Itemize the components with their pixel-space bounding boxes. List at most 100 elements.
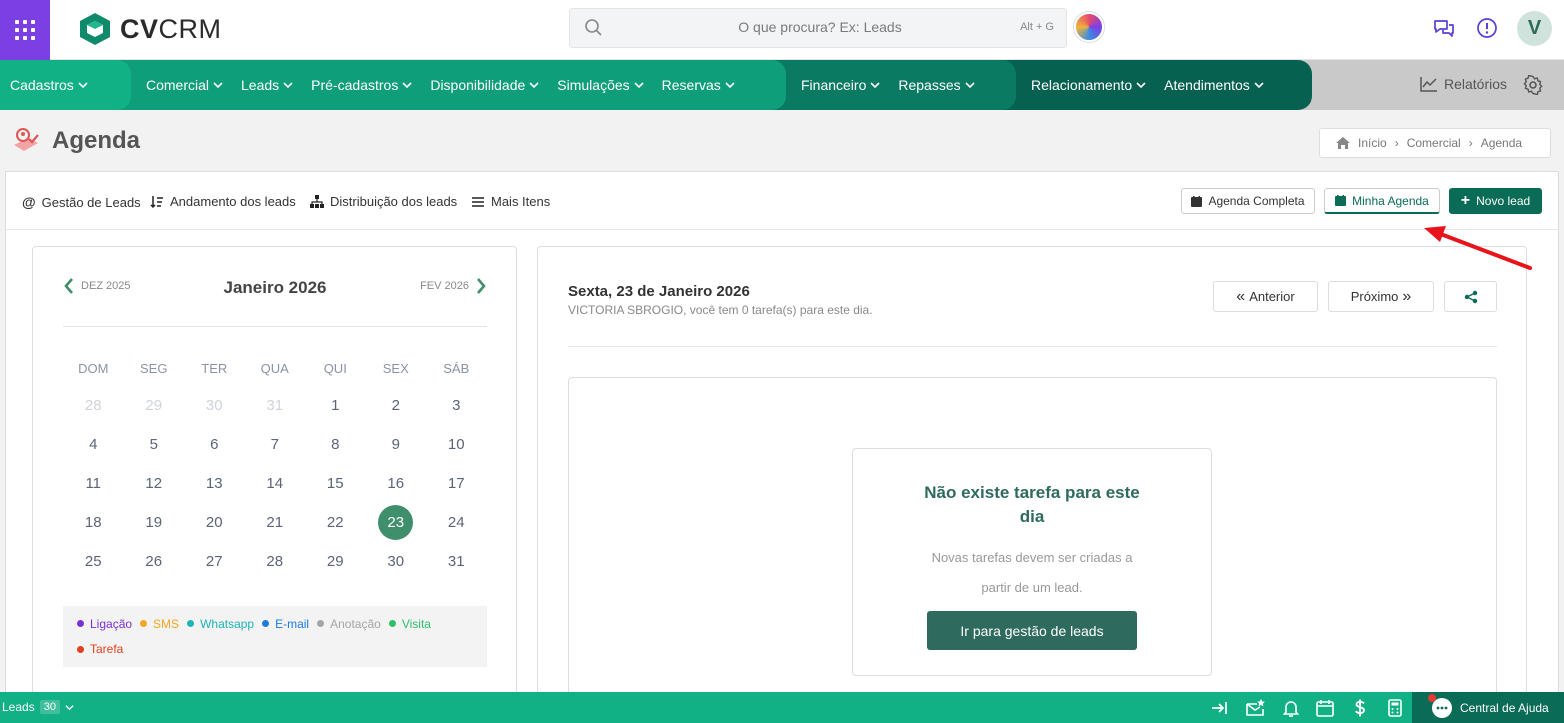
calendar-day[interactable]: 9 [366,433,427,472]
nav-item-cadastros[interactable]: Cadastros [10,77,88,93]
calendar-day[interactable]: 11 [63,472,124,511]
breadcrumb-agenda[interactable]: Agenda [1481,136,1522,150]
calendar-day[interactable]: 19 [124,511,185,550]
gear-icon[interactable] [1523,75,1543,95]
calendar-day[interactable]: 2 [366,394,427,433]
calendar-day[interactable]: 13 [184,472,245,511]
novo-lead-button[interactable]: + Novo lead [1449,188,1542,214]
calendar-day[interactable]: 28 [63,394,124,433]
legend-item: Whatsapp [187,616,254,632]
search-input[interactable] [690,19,950,35]
calendar-day[interactable]: 30 [366,550,427,589]
calendar-day[interactable]: 7 [245,433,306,472]
calendar-day[interactable]: 26 [124,550,185,589]
calendar-day-number: 4 [89,436,98,453]
help-center-button[interactable]: Central de Ajuda [1412,692,1564,723]
collapse-right-icon[interactable] [1210,698,1230,718]
calendar-day[interactable]: 8 [305,433,366,472]
nav-item-pre-cadastros[interactable]: Pré-cadastros [311,77,412,93]
nav-item-comercial[interactable]: Comercial [146,77,223,93]
calendar-day[interactable]: 29 [305,550,366,589]
search-bar[interactable]: Alt + G [569,8,1067,48]
reports-label: Relatórios [1444,76,1508,92]
calendar-day[interactable]: 18 [63,511,124,550]
double-chevron-left-icon: « [1236,287,1246,305]
color-avatar[interactable] [1074,12,1104,42]
nav-item-financeiro[interactable]: Financeiro [801,77,880,93]
calendar-day[interactable]: 31 [426,550,487,589]
calendar-day[interactable]: 10 [426,433,487,472]
calendar-day[interactable]: 20 [184,511,245,550]
user-avatar[interactable]: V [1517,11,1552,46]
calendar-day[interactable]: 5 [124,433,185,472]
distribuicao-leads-link[interactable]: Distribuição dos leads [310,194,457,209]
legend-label: Whatsapp [200,616,255,631]
gestao-leads-link[interactable]: @ Gestão de Leads [22,194,141,210]
calendar-day[interactable]: 4 [63,433,124,472]
calendar-day[interactable]: 21 [245,511,306,550]
calendar-day[interactable]: 27 [184,550,245,589]
chevron-down-icon [870,82,880,89]
agenda-completa-label: Agenda Completa [1208,194,1305,208]
calendar-day[interactable]: 15 [305,472,366,511]
agenda-completa-button[interactable]: Agenda Completa [1181,188,1315,214]
distribuicao-leads-label: Distribuição dos leads [330,194,458,209]
nav-item-reservas[interactable]: Reservas [662,77,735,93]
calendar-day[interactable]: 17 [426,472,487,511]
calendar-next-month[interactable]: FEV 2026 [420,277,487,295]
calendar-day[interactable]: 3 [426,394,487,433]
calendar-day[interactable]: 24 [426,511,487,550]
mail-star-icon[interactable] [1245,698,1265,718]
calendar-icon[interactable] [1315,698,1335,718]
calendar-day[interactable]: 28 [245,550,306,589]
calendar-day[interactable]: 30 [184,394,245,433]
bell-icon[interactable] [1281,698,1301,718]
dollar-icon[interactable] [1350,698,1370,718]
logo[interactable]: CVCRM [78,12,222,46]
breadcrumb-inicio[interactable]: Início [1358,136,1387,150]
calendar-day-number: 9 [391,436,400,453]
legend-label: E-mail [275,616,310,631]
minha-agenda-button[interactable]: Minha Agenda [1324,188,1440,214]
apps-grid-icon[interactable] [0,0,50,60]
nav-item-repasses[interactable]: Repasses [898,77,975,93]
calculator-icon[interactable] [1385,698,1405,718]
chat-icon[interactable] [1432,16,1456,40]
calendar-day[interactable]: 14 [245,472,306,511]
previous-day-button[interactable]: « Anterior [1213,281,1318,312]
calendar-day-selected[interactable]: 23 [366,505,427,550]
calendar-day[interactable]: 25 [63,550,124,589]
leads-counter[interactable]: Leads 30 [2,700,74,714]
legend-item: Anotação [317,616,381,632]
calendar-day[interactable]: 12 [124,472,185,511]
andamento-leads-link[interactable]: Andamento dos leads [150,194,296,209]
nav-item-leads[interactable]: Leads [241,77,293,93]
calendar-day[interactable]: 31 [245,394,306,433]
breadcrumb-comercial[interactable]: Comercial [1407,136,1461,150]
nav-item-disponibilidade[interactable]: Disponibilidade [430,77,539,93]
reports-link[interactable]: Relatórios [1420,76,1507,92]
calendar-icon [1335,195,1347,206]
calendar-day[interactable]: 22 [305,511,366,550]
nav-item-relacionamento[interactable]: Relacionamento [1031,77,1146,93]
calendar-prev-month[interactable]: DEZ 2025 [63,277,131,295]
chevron-down-icon [634,82,644,89]
calendar-day[interactable]: 29 [124,394,185,433]
mais-itens-link[interactable]: Mais Itens [471,194,550,209]
calendar-day-number: 21 [266,514,284,531]
nav-item-atendimentos[interactable]: Atendimentos [1164,77,1264,93]
nav-item-simulacoes[interactable]: Simulações [557,77,644,93]
menu-icon [472,196,484,207]
info-icon[interactable] [1475,16,1499,40]
legend-dot [77,645,84,653]
breadcrumb: Início › Comercial › Agenda [1319,128,1551,158]
calendar-day[interactable]: 1 [305,394,366,433]
next-day-button[interactable]: Próximo » [1328,281,1434,312]
calendar-day[interactable]: 6 [184,433,245,472]
go-to-lead-management-button[interactable]: Ir para gestão de leads [927,611,1137,650]
legend-label: Tarefa [90,642,124,657]
share-button[interactable] [1444,281,1497,312]
calendar-prev-label: DEZ 2025 [81,280,131,292]
calendar-header: Janeiro 2026 DEZ 2025 FEV 2026 [63,277,487,327]
agenda-panel: @ Gestão de Leads Andamento dos leads Di… [5,171,1559,723]
